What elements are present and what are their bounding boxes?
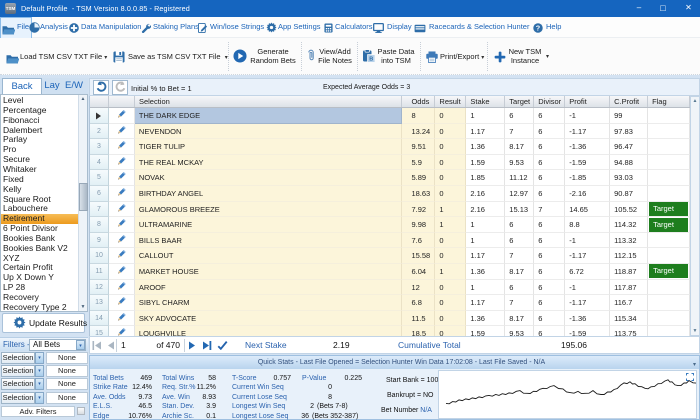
svg-text:?: ?: [536, 24, 541, 33]
svg-text:B: B: [369, 57, 373, 63]
